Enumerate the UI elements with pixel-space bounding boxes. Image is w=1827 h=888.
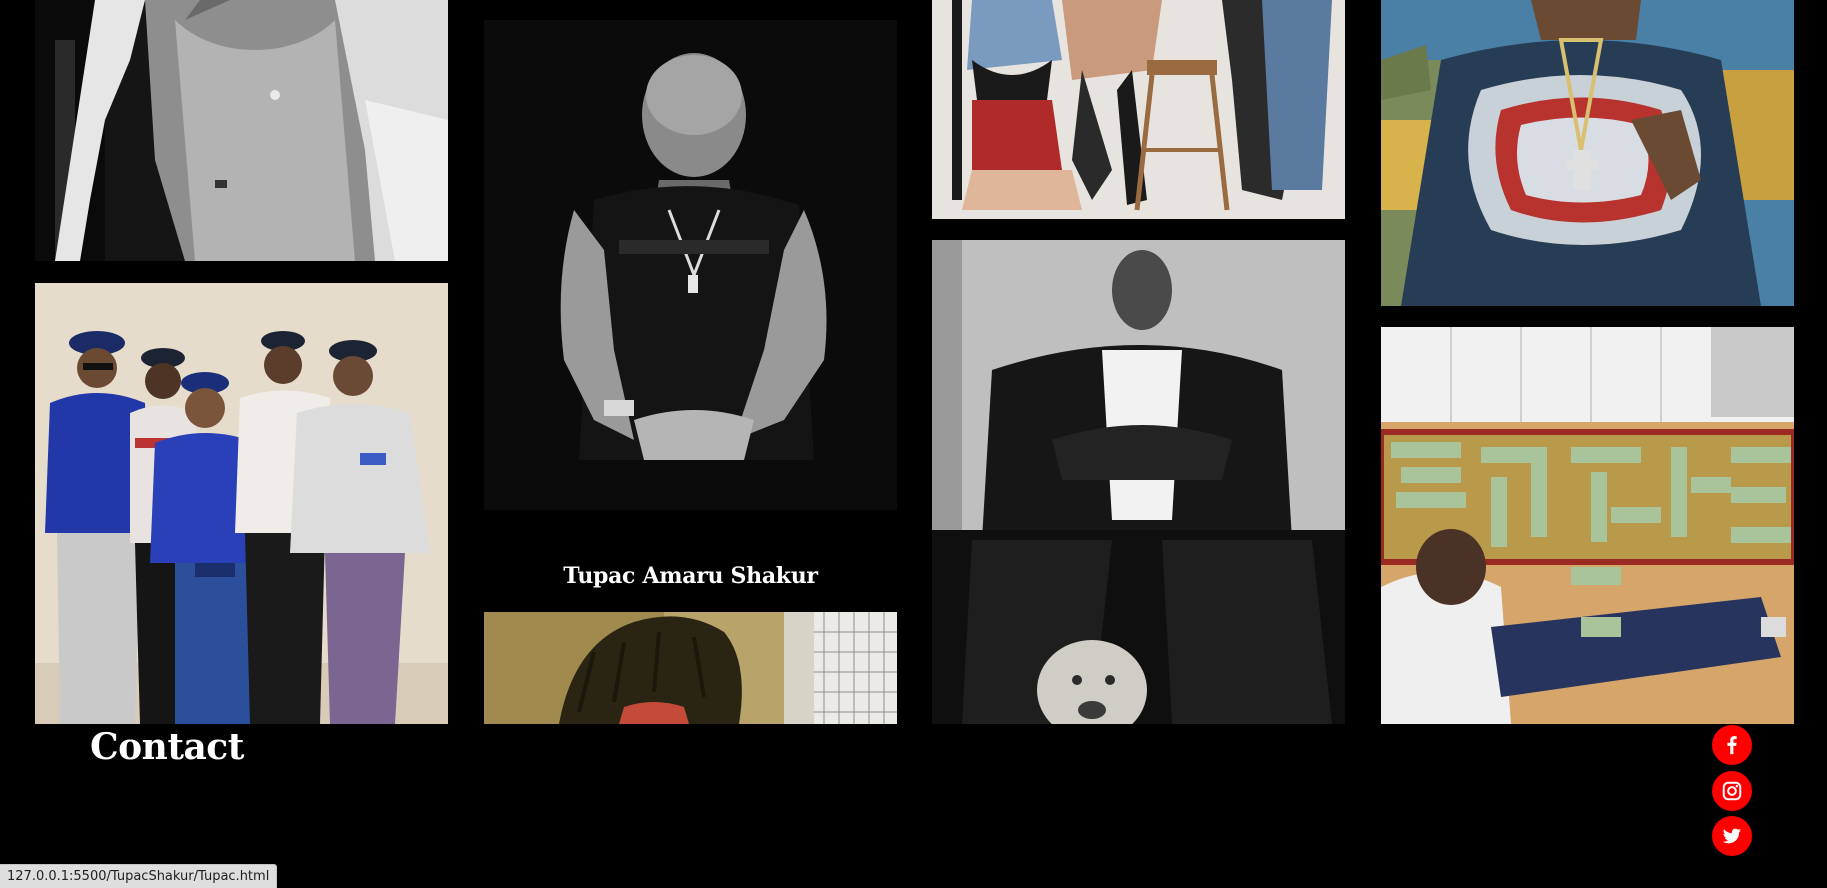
- contact-heading: Contact: [90, 726, 244, 768]
- facebook-icon: [1727, 736, 1737, 755]
- stool-photo-image: [932, 0, 1345, 219]
- twitter-link[interactable]: [1712, 816, 1752, 856]
- gallery-photo-dog[interactable]: [932, 240, 1345, 724]
- twitter-icon: [1722, 828, 1742, 844]
- cash-photo-image: [1381, 327, 1794, 724]
- tupac-caption[interactable]: Tupac Amaru Shakur: [484, 563, 897, 589]
- instagram-icon: [1722, 781, 1742, 801]
- gallery-photo-group[interactable]: [35, 283, 448, 724]
- gallery-photo-dreadlocks[interactable]: [484, 612, 897, 724]
- facebook-link[interactable]: [1712, 725, 1752, 765]
- tupac-photo-image: [484, 20, 897, 510]
- gallery-photo-yankees[interactable]: [1381, 0, 1794, 306]
- yankees-photo-image: [1381, 0, 1794, 306]
- gallery-photo-stool[interactable]: [932, 0, 1345, 219]
- photo-gallery: Tupac Amaru Shakur: [0, 0, 1827, 724]
- instagram-link[interactable]: [1712, 771, 1752, 811]
- gallery-photo-hoodie[interactable]: [35, 0, 448, 261]
- gallery-photo-tupac[interactable]: [484, 20, 897, 510]
- hoodie-photo-image: [35, 0, 448, 261]
- dreadlocks-photo-image: [484, 612, 897, 724]
- dog-photo-image: [932, 240, 1345, 724]
- browser-status-url: 127.0.0.1:5500/TupacShakur/Tupac.html: [0, 864, 278, 888]
- group-photo-image: [35, 283, 448, 724]
- gallery-photo-cash[interactable]: [1381, 327, 1794, 724]
